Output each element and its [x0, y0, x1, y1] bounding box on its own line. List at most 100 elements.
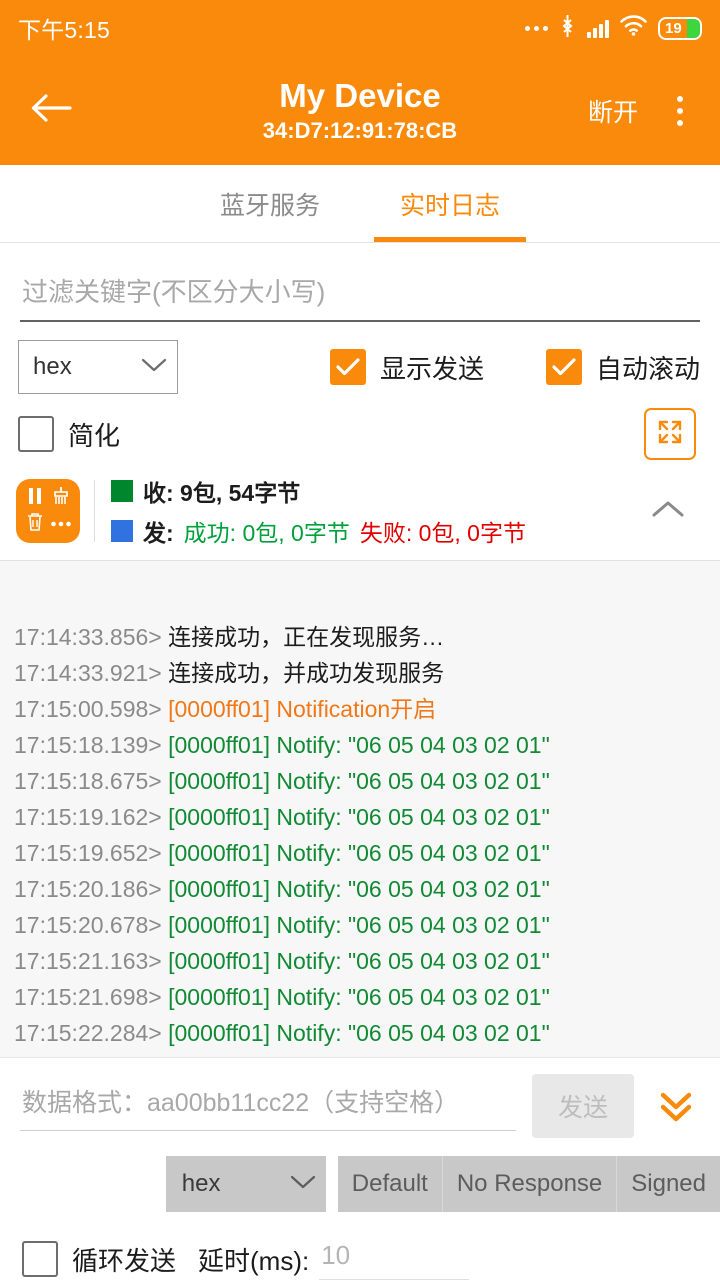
- log-line: 17:14:33.856> 连接成功，正在发现服务…: [14, 619, 706, 655]
- app-bar: My Device 34:D7:12:91:78:CB 断开: [0, 56, 720, 165]
- log-timestamp: 17:15:19.652>: [14, 840, 168, 866]
- back-button[interactable]: [24, 84, 78, 138]
- stats-rx-line: 收: 9包, 54字节: [111, 474, 526, 508]
- loop-send-checkbox[interactable]: [22, 1241, 58, 1277]
- send-row: 发送: [0, 1057, 720, 1150]
- disconnect-button[interactable]: 断开: [578, 87, 648, 135]
- status-bar: 下午5:15 19: [0, 0, 720, 56]
- write-type-row: hex Default No Response Signed: [0, 1150, 720, 1212]
- tab-bluetooth-services[interactable]: 蓝牙服务: [180, 165, 360, 242]
- bluetooth-icon: [559, 14, 576, 43]
- send-data-input[interactable]: [20, 1081, 516, 1131]
- tx-color-swatch: [111, 520, 133, 542]
- tx-success-text: 成功: 0包, 0字节: [184, 514, 350, 548]
- rx-color-swatch: [111, 480, 133, 502]
- auto-scroll-checkbox[interactable]: 自动滚动: [546, 349, 700, 386]
- loop-send-row: 循环发送 延时(ms):: [0, 1212, 720, 1280]
- log-timestamp: 17:15:00.598>: [14, 696, 168, 722]
- trash-icon: [26, 512, 44, 537]
- delay-input[interactable]: [319, 1238, 469, 1280]
- broom-icon: [51, 486, 71, 511]
- loop-send-label: 循环发送: [72, 1241, 176, 1278]
- filter-input[interactable]: [20, 271, 700, 322]
- send-format-value: hex: [182, 1170, 221, 1198]
- log-message: [0000ff01] Notification开启: [168, 696, 436, 722]
- log-timestamp: 17:15:20.678>: [14, 912, 168, 938]
- log-line: 17:15:21.163> [0000ff01] Notify: "06 05 …: [14, 943, 706, 979]
- app-root: 下午5:15 19: [0, 0, 720, 1280]
- log-timestamp: 17:15:18.139>: [14, 732, 168, 758]
- overflow-menu-icon[interactable]: [658, 84, 702, 138]
- log-message: [0000ff01] Notify: "06 05 04 03 02 01": [168, 732, 550, 758]
- write-type-signed-button[interactable]: Signed: [616, 1156, 720, 1212]
- log-format-select[interactable]: hex: [18, 340, 178, 394]
- log-message: [0000ff01] Notify: "06 05 04 03 02 01": [168, 948, 550, 974]
- rx-stats-text: 收: 9包, 54字节: [143, 474, 300, 508]
- write-type-no-response-button[interactable]: No Response: [442, 1156, 616, 1212]
- log-line: 17:15:19.652> [0000ff01] Notify: "06 05 …: [14, 835, 706, 871]
- log-message: [0000ff01] Notify: "06 05 04 03 02 01": [168, 768, 550, 794]
- log-controls-row-2: 简化: [0, 394, 720, 460]
- stats-bar: 收: 9包, 54字节 发: 成功: 0包, 0字节 失败: 0包, 0字节: [0, 460, 720, 560]
- app-bar-actions: 断开: [578, 84, 702, 138]
- fullscreen-expand-button[interactable]: [644, 408, 696, 460]
- pause-icon: [26, 486, 44, 511]
- log-message: [0000ff01] Notify: "06 05 04 03 02 01": [168, 984, 550, 1010]
- chevron-down-icon: [290, 1174, 316, 1195]
- stats-lines: 收: 9包, 54字节 发: 成功: 0包, 0字节 失败: 0包, 0字节: [111, 474, 526, 548]
- stats-tx-line: 发: 成功: 0包, 0字节 失败: 0包, 0字节: [111, 514, 526, 548]
- simplify-checkbox[interactable]: 简化: [18, 416, 120, 453]
- log-timestamp: 17:15:19.162>: [14, 804, 168, 830]
- chevron-down-icon: [141, 357, 167, 378]
- send-format-select[interactable]: hex: [166, 1156, 326, 1212]
- write-type-default-button[interactable]: Default: [338, 1156, 442, 1212]
- cellular-signal-icon: [587, 18, 609, 38]
- filter-row: [0, 243, 720, 322]
- send-options-expand-button[interactable]: [650, 1080, 702, 1132]
- more-dots-icon: [50, 515, 72, 533]
- checkbox-box: [22, 1241, 58, 1277]
- log-message: [0000ff01] Notify: "06 05 04 03 02 01": [168, 912, 550, 938]
- log-line: 17:15:18.675> [0000ff01] Notify: "06 05 …: [14, 763, 706, 799]
- fullscreen-expand-icon: [654, 416, 686, 453]
- chevron-up-icon: [651, 498, 685, 525]
- log-panel[interactable]: 17:14:33.856> 连接成功，正在发现服务…17:14:33.921> …: [0, 560, 720, 1057]
- auto-scroll-label: 自动滚动: [596, 349, 700, 386]
- log-tools-button[interactable]: [16, 479, 80, 543]
- log-line: 17:15:20.186> [0000ff01] Notify: "06 05 …: [14, 871, 706, 907]
- back-arrow-icon: [30, 93, 72, 128]
- show-send-checkbox[interactable]: 显示发送: [330, 349, 484, 386]
- log-message: 连接成功，并成功发现服务: [168, 660, 444, 686]
- checkbox-box: [18, 416, 54, 452]
- log-timestamp: 17:15:18.675>: [14, 768, 168, 794]
- checkbox-box: [546, 349, 582, 385]
- more-dots-icon: [525, 26, 548, 31]
- send-button[interactable]: 发送: [532, 1074, 634, 1138]
- tx-fail-text: 失败: 0包, 0字节: [360, 514, 526, 548]
- stats-collapse-button[interactable]: [640, 483, 696, 539]
- battery-level-text: 19: [665, 21, 682, 36]
- log-line: 17:15:22.284> [0000ff01] Notify: "06 05 …: [14, 1015, 706, 1051]
- log-message: [0000ff01] Notify: "06 05 04 03 02 01": [168, 840, 550, 866]
- tab-realtime-log[interactable]: 实时日志: [360, 165, 540, 242]
- checkbox-box: [330, 349, 366, 385]
- log-message: [0000ff01] Notify: "06 05 04 03 02 01": [168, 876, 550, 902]
- status-bar-icons: 19: [525, 14, 702, 43]
- tx-prefix-text: 发:: [143, 514, 174, 548]
- log-list: 17:14:33.856> 连接成功，正在发现服务…17:14:33.921> …: [0, 619, 720, 1051]
- log-line: 17:15:19.162> [0000ff01] Notify: "06 05 …: [14, 799, 706, 835]
- log-message: [0000ff01] Notify: "06 05 04 03 02 01": [168, 1020, 550, 1046]
- log-line: 17:15:21.698> [0000ff01] Notify: "06 05 …: [14, 979, 706, 1015]
- log-format-value: hex: [33, 353, 72, 381]
- log-line: 17:14:33.921> 连接成功，并成功发现服务: [14, 655, 706, 691]
- log-line: 17:15:20.678> [0000ff01] Notify: "06 05 …: [14, 907, 706, 943]
- wifi-icon: [620, 15, 647, 41]
- battery-icon: 19: [658, 17, 702, 40]
- status-bar-clock: 下午5:15: [18, 11, 110, 45]
- delay-label: 延时(ms):: [198, 1241, 309, 1278]
- log-controls-row: hex 显示发送 自动滚动: [0, 322, 720, 394]
- stats-divider: [94, 480, 95, 542]
- log-timestamp: 17:15:22.284>: [14, 1020, 168, 1046]
- double-chevron-down-icon: [655, 1083, 697, 1130]
- log-line: 17:15:18.139> [0000ff01] Notify: "06 05 …: [14, 727, 706, 763]
